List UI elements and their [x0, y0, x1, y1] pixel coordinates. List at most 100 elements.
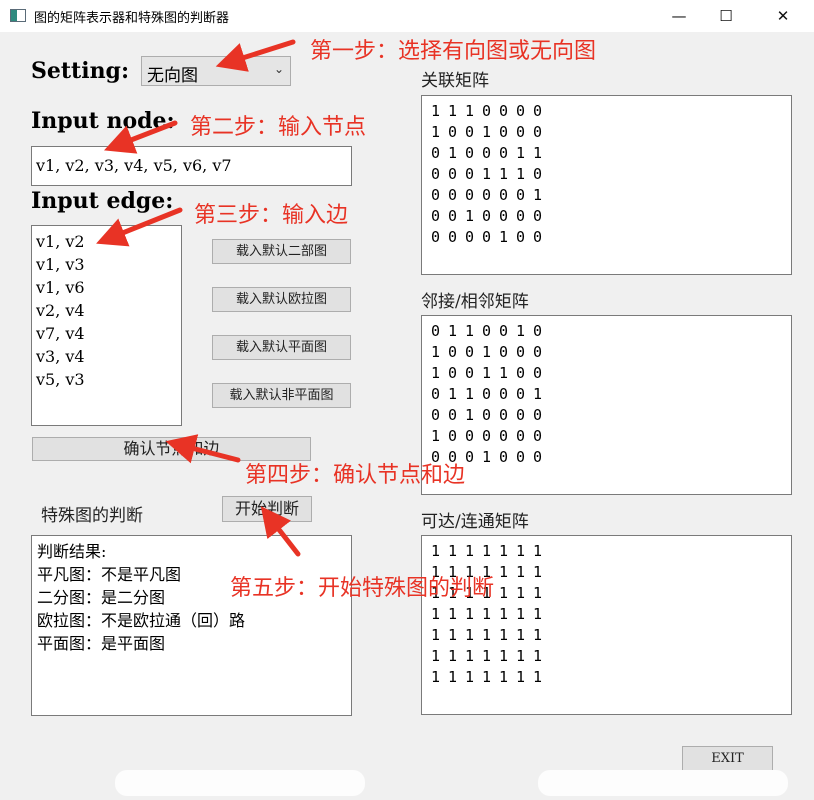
matrix-cell: 1 [482, 626, 492, 644]
matrix-cell: 1 [499, 228, 509, 246]
matrix-cell: 0 [448, 207, 458, 225]
matrix-cell: 0 [482, 322, 492, 340]
matrix-cell: 1 [465, 605, 475, 623]
matrix-cell: 0 [516, 364, 526, 382]
matrix-cell: 0 [431, 165, 441, 183]
input-edge-label: Input edge: [31, 188, 174, 214]
matrix-cell: 0 [448, 364, 458, 382]
matrix-cell: 0 [482, 102, 492, 120]
matrix-cell: 1 [465, 668, 475, 686]
matrix-row: 0001110 [431, 164, 791, 185]
matrix-row: 1001100 [431, 363, 791, 384]
node-input[interactable]: v1, v2, v3, v4, v5, v6, v7 [31, 146, 352, 186]
matrix-cell: 1 [448, 385, 458, 403]
matrix-cell: 1 [431, 647, 441, 665]
load-euler-button[interactable]: 载入默认欧拉图 [212, 287, 351, 312]
step3-annotation: 第三步：输入边 [194, 203, 349, 228]
matrix-cell: 1 [465, 626, 475, 644]
edge-input[interactable]: v1, v2 v1, v3 v1, v6 v2, v4 v7, v4 v3, v… [31, 225, 182, 426]
matrix-cell: 1 [499, 668, 509, 686]
matrix-cell: 1 [482, 364, 492, 382]
matrix-cell: 0 [465, 427, 475, 445]
matrix-row: 0000001 [431, 185, 791, 206]
matrix-cell: 1 [499, 364, 509, 382]
maximize-button[interactable]: ☐ [703, 0, 749, 32]
exit-button[interactable]: EXIT [682, 746, 773, 772]
load-bipartite-button[interactable]: 载入默认二部图 [212, 239, 351, 264]
matrix-cell: 0 [533, 123, 543, 141]
matrix-cell: 0 [533, 228, 543, 246]
matrix-cell: 0 [482, 385, 492, 403]
step4-annotation: 第四步：确认节点和边 [245, 463, 466, 488]
step2-annotation: 第二步：输入节点 [190, 115, 367, 140]
matrix-row: 0000100 [431, 227, 791, 248]
matrix-cell: 0 [533, 322, 543, 340]
load-nonplanar-button[interactable]: 载入默认非平面图 [212, 383, 351, 408]
matrix-cell: 1 [482, 165, 492, 183]
matrix-cell: 0 [431, 207, 441, 225]
matrix-cell: 1 [499, 584, 509, 602]
reachability-matrix-label: 可达/连通矩阵 [421, 512, 529, 532]
matrix-cell: 0 [499, 322, 509, 340]
matrix-cell: 1 [516, 668, 526, 686]
close-button[interactable]: ✕ [760, 0, 806, 32]
step5-annotation: 第五步：开始特殊图的判断 [230, 576, 495, 601]
matrix-cell: 0 [533, 343, 543, 361]
matrix-cell: 1 [448, 668, 458, 686]
incidence-matrix: 1110000100100001000110001110000000100100… [421, 95, 792, 275]
matrix-row: 0010000 [431, 405, 791, 426]
matrix-cell: 1 [533, 647, 543, 665]
incidence-matrix-label: 关联矩阵 [421, 71, 489, 91]
matrix-cell: 0 [533, 364, 543, 382]
matrix-row: 1111111 [431, 625, 791, 646]
matrix-cell: 0 [465, 123, 475, 141]
matrix-cell: 0 [431, 144, 441, 162]
matrix-cell: 1 [482, 647, 492, 665]
matrix-cell: 1 [448, 322, 458, 340]
matrix-cell: 0 [533, 102, 543, 120]
matrix-cell: 0 [533, 427, 543, 445]
matrix-cell: 1 [465, 542, 475, 560]
app-window-icon [10, 9, 26, 22]
matrix-cell: 0 [448, 186, 458, 204]
matrix-cell: 0 [499, 343, 509, 361]
minimize-button[interactable]: — [656, 0, 702, 32]
matrix-cell: 1 [516, 542, 526, 560]
matrix-cell: 0 [533, 406, 543, 424]
blurred-region [538, 770, 788, 796]
start-judge-button[interactable]: 开始判断 [222, 496, 312, 522]
matrix-cell: 0 [448, 123, 458, 141]
matrix-cell: 0 [482, 406, 492, 424]
matrix-cell: 0 [499, 427, 509, 445]
matrix-cell: 0 [499, 385, 509, 403]
matrix-cell: 0 [431, 322, 441, 340]
matrix-cell: 1 [431, 343, 441, 361]
matrix-cell: 0 [482, 427, 492, 445]
matrix-cell: 1 [465, 406, 475, 424]
matrix-cell: 0 [516, 385, 526, 403]
matrix-cell: 1 [482, 542, 492, 560]
adjacency-matrix-label: 邻接/相邻矩阵 [421, 292, 529, 312]
graph-type-select[interactable]: 无向图 ⌄ [141, 56, 291, 86]
matrix-cell: 1 [448, 605, 458, 623]
matrix-cell: 0 [516, 102, 526, 120]
matrix-cell: 1 [465, 647, 475, 665]
matrix-cell: 0 [482, 186, 492, 204]
matrix-cell: 1 [482, 668, 492, 686]
matrix-cell: 1 [533, 186, 543, 204]
matrix-row: 1000000 [431, 426, 791, 447]
matrix-cell: 0 [499, 144, 509, 162]
matrix-cell: 1 [482, 123, 492, 141]
input-node-label: Input node: [31, 108, 175, 134]
blurred-region [115, 770, 365, 796]
matrix-cell: 0 [516, 228, 526, 246]
matrix-row: 1111111 [431, 604, 791, 625]
matrix-cell: 1 [516, 605, 526, 623]
matrix-row: 1111111 [431, 541, 791, 562]
matrix-cell: 1 [448, 542, 458, 560]
matrix-cell: 1 [482, 605, 492, 623]
matrix-cell: 0 [465, 343, 475, 361]
graph-type-value: 无向图 [147, 66, 198, 86]
load-planar-button[interactable]: 载入默认平面图 [212, 335, 351, 360]
matrix-cell: 0 [465, 144, 475, 162]
